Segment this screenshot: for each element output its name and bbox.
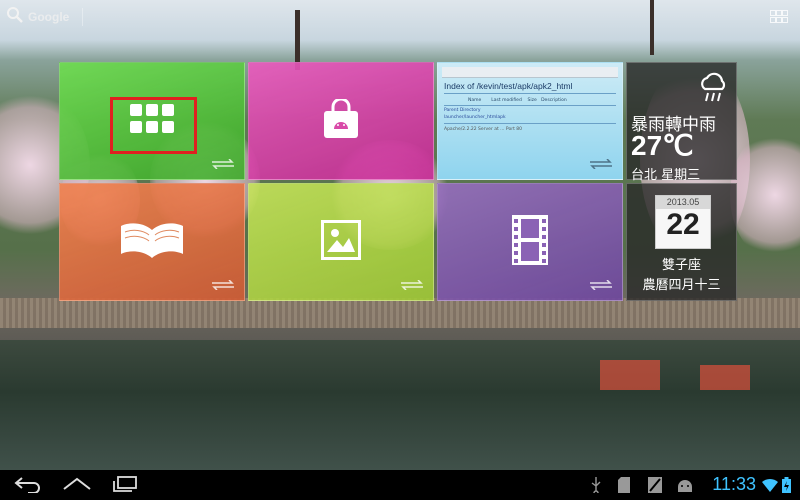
apps-tile[interactable] bbox=[59, 62, 245, 180]
wifi-icon bbox=[762, 477, 778, 496]
tree-trunk bbox=[295, 10, 300, 70]
search-icon bbox=[6, 6, 24, 28]
browser-column-headers: Name Last modified Size Description bbox=[468, 98, 567, 103]
highlight-box bbox=[110, 97, 197, 154]
calendar-day: 22 bbox=[666, 208, 700, 241]
books-tile[interactable] bbox=[59, 183, 245, 301]
open-book-icon bbox=[119, 222, 185, 262]
shopping-bag-android-icon bbox=[323, 97, 359, 143]
recent-apps-button[interactable] bbox=[112, 475, 138, 497]
swap-icon[interactable] bbox=[210, 275, 236, 294]
play-store-tile[interactable] bbox=[248, 62, 434, 180]
pagoda-spire bbox=[650, 0, 654, 55]
calendar-page: 2013.05 22 bbox=[655, 195, 711, 249]
divider bbox=[444, 105, 616, 106]
google-search-bar[interactable]: Google bbox=[6, 6, 69, 28]
back-button[interactable] bbox=[14, 475, 42, 497]
swap-icon[interactable] bbox=[210, 154, 236, 173]
home-button[interactable] bbox=[62, 475, 92, 497]
battery-icon bbox=[782, 477, 791, 497]
swap-icon[interactable] bbox=[399, 275, 425, 294]
rain-cloud-icon bbox=[698, 71, 728, 107]
zodiac-sign: 雙子座 bbox=[661, 258, 701, 273]
browser-row: launcher/launcher_htmlapk bbox=[444, 115, 506, 120]
browser-tile[interactable]: Index of /kevin/test/apk/apk2_html Name … bbox=[437, 62, 623, 180]
browser-page-title: Index of /kevin/test/apk/apk2_html bbox=[444, 81, 573, 91]
all-apps-icon[interactable] bbox=[770, 10, 788, 24]
lunar-date: 農曆四月十三 bbox=[642, 278, 721, 293]
browser-tab-bar bbox=[442, 67, 618, 78]
swap-icon[interactable] bbox=[588, 275, 614, 294]
sd-card-icon bbox=[618, 477, 630, 497]
weather-widget[interactable]: 暴雨轉中雨 27℃ 台北 星期三 bbox=[626, 62, 737, 183]
shrine-reflection bbox=[700, 365, 750, 390]
browser-row: Apache/2.2.22 Server at ... Port 80 bbox=[444, 127, 522, 132]
screenshot-icon bbox=[648, 477, 662, 497]
divider bbox=[444, 123, 616, 124]
clock[interactable]: 11:33 bbox=[712, 474, 756, 495]
divider bbox=[444, 93, 616, 94]
swap-icon[interactable] bbox=[588, 154, 614, 173]
weather-city-day: 台北 星期三 bbox=[631, 168, 701, 183]
google-label: Google bbox=[28, 10, 70, 24]
top-bar-divider bbox=[82, 8, 83, 26]
film-strip-icon bbox=[512, 215, 548, 269]
video-tile[interactable] bbox=[437, 183, 623, 301]
shrine-reflection bbox=[600, 360, 660, 390]
usb-icon bbox=[590, 477, 602, 497]
android-debug-icon bbox=[676, 477, 694, 496]
weather-temperature: 27℃ bbox=[631, 130, 694, 161]
calendar-widget[interactable]: 2013.05 22 雙子座 農曆四月十三 bbox=[626, 183, 737, 301]
browser-row: Parent Directory bbox=[444, 108, 481, 113]
pond-water bbox=[0, 340, 800, 470]
bamboo-fence bbox=[0, 298, 800, 328]
gallery-tile[interactable] bbox=[248, 183, 434, 301]
picture-icon bbox=[321, 220, 361, 264]
system-navigation-bar: 11:33 bbox=[0, 470, 800, 500]
